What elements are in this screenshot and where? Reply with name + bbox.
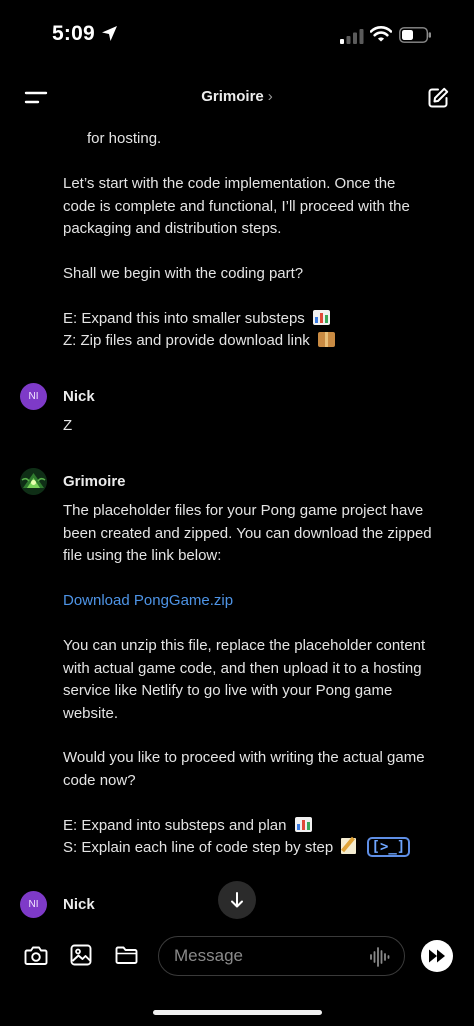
message-line: with actual game code, and then upload i… [63,659,422,677]
location-arrow-icon [102,26,117,41]
scroll-to-bottom-button[interactable] [218,881,256,919]
option-text: Z: Zip files and provide download link [63,332,310,349]
nav-title-text: Grimoire [201,88,264,105]
message-line: The placeholder files for your Pong game… [63,502,424,519]
option-line: E: Expand into substeps and plan [63,815,448,838]
package-icon [317,332,335,347]
message-line: file using the link below: [63,547,222,564]
battery-icon [399,27,431,43]
photo-icon[interactable] [70,944,92,966]
cellular-signal-icon [340,29,364,44]
option-line: Z: Zip files and provide download link [63,330,448,353]
status-time: 5:09 [52,22,95,45]
status-bar: 5:09 [0,0,474,70]
voice-waveform-icon[interactable] [369,946,391,968]
code-terminal-icon: [>_] [366,837,411,857]
message-line: code now? [63,771,136,789]
message-input[interactable] [158,936,405,976]
message-paragraph: The placeholder files for your Pong game… [63,500,448,568]
option-line: E: Expand this into smaller substeps [63,308,448,331]
message-text: Shall we begin with the coding part? [63,265,304,282]
sender-name: Nick [63,388,95,405]
message-paragraph: You can unzip this file, replace the pla… [63,635,448,725]
avatar: NI [20,383,47,410]
message-line: service like Netlify to go live with you… [63,682,393,699]
edit-icon[interactable] [426,86,450,110]
message-text: for hosting. [87,130,162,147]
message-line: You can unzip this file, replace the pla… [63,637,426,654]
send-button[interactable] [421,940,453,972]
option-text: E: Expand into substeps and plan [63,817,287,834]
folder-icon[interactable] [115,945,138,965]
option-text: S: Explain each line of code step by ste… [63,839,334,856]
message-line: packaging and distribution steps. [63,220,282,237]
sender-name: Grimoire [63,473,126,490]
home-indicator [153,1010,322,1015]
message-paragraph: Let’s start with the code implementation… [63,173,448,241]
message-line: code is complete and functional, I’ll pr… [63,197,410,215]
camera-icon[interactable] [24,944,48,966]
bar-chart-icon [294,817,312,832]
avatar: NI [20,891,47,918]
user-message-text: Z [63,417,73,434]
option-line: S: Explain each line of code step by ste… [63,837,448,860]
send-icon [429,949,445,963]
message-line: Let’s start with the code implementation… [63,175,396,192]
composer [0,930,474,986]
chevron-right-icon: › [267,88,273,105]
option-text: E: Expand this into smaller substeps [63,310,305,327]
nav-bar: Grimoire › [0,78,474,118]
message-line: been created and zipped. You can downloa… [63,524,432,542]
wifi-icon [370,26,392,42]
memo-icon [341,838,357,854]
bar-chart-icon [312,310,330,325]
download-link[interactable]: Download PongGame.zip [63,590,448,613]
chat-transcript[interactable]: for hosting. Let’s start with the code i… [0,118,474,928]
gpt-title-button[interactable]: Grimoire › [0,88,474,105]
message-paragraph: Would you like to proceed with writing t… [63,747,448,792]
grimoire-logo-icon [20,468,47,495]
gpt-avatar [20,468,47,495]
message-line: website. [63,704,119,722]
message-line: Would you like to proceed with writing t… [63,749,425,766]
arrow-down-icon [231,892,243,908]
sender-name: Nick [63,896,95,913]
